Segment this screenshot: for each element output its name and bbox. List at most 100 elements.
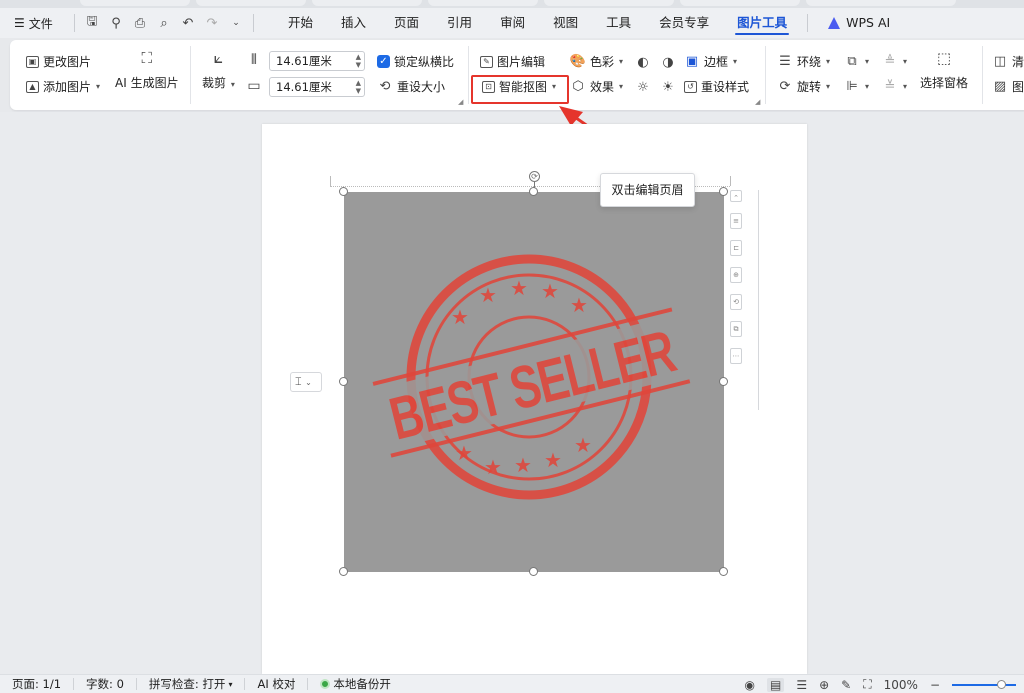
quick-access-toolbar: 🖫 ⚲ ⎙ ⌕ ↶ ↷ ⌄ bbox=[81, 12, 247, 34]
tab-member[interactable]: 会员专享 bbox=[645, 8, 723, 38]
tab-insert[interactable]: 插入 bbox=[327, 8, 380, 38]
format-painter-icon[interactable]: ⚲ bbox=[105, 12, 127, 34]
resize-handle-bottom[interactable] bbox=[529, 567, 538, 576]
tab-view[interactable]: 视图 bbox=[539, 8, 592, 38]
redo-icon[interactable]: ↷ bbox=[201, 12, 223, 34]
browser-tab[interactable] bbox=[312, 0, 422, 6]
add-picture-button[interactable]: ▲ 添加图片 ▾ bbox=[26, 78, 100, 95]
print-preview-icon[interactable]: ⌕ bbox=[153, 12, 175, 34]
web-view-icon[interactable]: ⊕ bbox=[819, 678, 829, 692]
ai-generate-picture-button[interactable]: ⛶ AI 生成图片 bbox=[115, 48, 179, 91]
word-count[interactable]: 字数: 0 bbox=[74, 676, 136, 692]
spellcheck-toggle[interactable]: 拼写检查: 打开 ▾ bbox=[137, 676, 245, 692]
effects-button[interactable]: ⬡ 效果 ▾ bbox=[570, 78, 623, 95]
browser-tab[interactable] bbox=[544, 0, 674, 6]
bring-forward-button[interactable]: ≜ ▾ bbox=[882, 53, 907, 69]
layout-icon[interactable]: ≡ bbox=[730, 213, 742, 229]
zoom-slider[interactable] bbox=[952, 679, 1016, 689]
picture-button[interactable]: ▨ 图 bbox=[992, 78, 1024, 95]
layout-options-button[interactable]: ⌶ ⌄ bbox=[290, 372, 322, 392]
reset-size-button[interactable]: ⟲ 重设大小 bbox=[377, 78, 445, 95]
resize-handle-top-left[interactable] bbox=[339, 187, 348, 196]
undo-icon[interactable]: ↶ bbox=[177, 12, 199, 34]
zoom-level[interactable]: 100% bbox=[884, 678, 918, 692]
tab-home[interactable]: 开始 bbox=[274, 8, 327, 38]
decrease-contrast-icon[interactable]: ◑ bbox=[660, 54, 676, 70]
align-button[interactable]: ⊫ ▾ bbox=[844, 78, 869, 94]
crop-quick-icon[interactable]: ⊏ bbox=[730, 240, 742, 256]
browser-tab[interactable] bbox=[196, 0, 306, 6]
chevron-down-icon: ▾ bbox=[903, 81, 908, 91]
tab-references[interactable]: 引用 bbox=[433, 8, 486, 38]
outline-view-icon[interactable]: ☰ bbox=[796, 678, 807, 692]
divider bbox=[253, 14, 254, 32]
zoom-slider-knob[interactable] bbox=[997, 679, 1006, 689]
backup-label: 本地备份开 bbox=[333, 677, 391, 691]
print-icon[interactable]: ⎙ bbox=[129, 12, 151, 34]
resize-handle-bottom-left[interactable] bbox=[339, 567, 348, 576]
height-input[interactable]: 14.61厘米 ▲ ▼ bbox=[269, 77, 365, 97]
color-label: 色彩 bbox=[590, 55, 615, 69]
copy-icon[interactable]: ⧉ bbox=[730, 321, 742, 337]
resize-handle-left[interactable] bbox=[339, 377, 348, 386]
page-count[interactable]: 页面: 1/1 bbox=[0, 676, 73, 692]
browser-tab[interactable] bbox=[806, 0, 956, 6]
picture-edit-icon: ✎ bbox=[480, 55, 493, 68]
zoom-icon[interactable]: ⊕ bbox=[730, 267, 742, 283]
increase-contrast-icon[interactable]: ◐ bbox=[635, 54, 651, 70]
browser-tab[interactable] bbox=[428, 0, 538, 6]
decrease-brightness-icon[interactable]: ☀ bbox=[660, 79, 676, 95]
resize-handle-top[interactable] bbox=[529, 187, 538, 196]
pen-icon[interactable]: ✎ bbox=[841, 678, 851, 692]
browser-tab[interactable] bbox=[80, 0, 190, 6]
reset-style-button[interactable]: ↺ 重设样式 bbox=[684, 78, 749, 95]
tab-picture-tools[interactable]: 图片工具 bbox=[723, 8, 801, 38]
selected-picture[interactable]: ★ ★ ★ ★ ★ ★ ★ ★ ★ ★ BEST SELLER bbox=[344, 192, 724, 572]
tab-tools[interactable]: 工具 bbox=[592, 8, 645, 38]
collapse-icon[interactable]: ⌃ bbox=[730, 190, 742, 202]
zoom-out-icon[interactable]: − bbox=[930, 678, 940, 692]
dialog-launcher-icon[interactable]: ◢ bbox=[458, 98, 463, 106]
local-backup-status[interactable]: 本地备份开 bbox=[308, 676, 403, 692]
smart-cutout-highlight bbox=[471, 75, 569, 104]
width-stepper-icon[interactable]: ▲ ▼ bbox=[356, 53, 361, 69]
clear-button[interactable]: ◫ 清 bbox=[992, 53, 1024, 70]
crop-button[interactable]: ⟀ 裁剪 ▾ bbox=[202, 48, 235, 91]
tab-wps-ai[interactable]: WPS AI bbox=[814, 8, 904, 38]
picture-label: 图 bbox=[1012, 80, 1024, 94]
group-objects-button[interactable]: ⧉ ▾ bbox=[844, 53, 869, 69]
file-menu[interactable]: ☰ 文件 bbox=[0, 15, 68, 32]
chevron-down-icon[interactable]: ⌄ bbox=[225, 12, 247, 34]
increase-brightness-icon[interactable]: ☼ bbox=[635, 79, 651, 95]
browser-tab[interactable] bbox=[680, 0, 800, 6]
ai-proofread-button[interactable]: AI 校对 bbox=[245, 676, 307, 692]
chevron-down-icon: ▾ bbox=[826, 82, 831, 91]
rotate-handle-icon[interactable]: ⟳ bbox=[529, 171, 540, 182]
tab-review[interactable]: 审阅 bbox=[486, 8, 539, 38]
color-button[interactable]: 🎨 色彩 ▾ bbox=[570, 53, 623, 70]
add-picture-label: 添加图片 bbox=[43, 80, 92, 94]
selection-pane-button[interactable]: ⬚ 选择窗格 bbox=[920, 48, 968, 91]
align-left-icon: ⊫ bbox=[846, 78, 858, 94]
more-icon[interactable]: ⋯ bbox=[730, 348, 742, 364]
wrap-button[interactable]: ☰ 环绕 ▾ bbox=[777, 53, 830, 70]
page-view-icon[interactable]: ▤ bbox=[766, 677, 785, 692]
height-stepper-icon[interactable]: ▲ ▼ bbox=[356, 79, 361, 95]
toolbar-divider bbox=[758, 190, 759, 410]
fit-page-icon[interactable]: ⛶ bbox=[863, 677, 871, 692]
dialog-launcher-icon[interactable]: ◢ bbox=[755, 98, 760, 106]
picture-edit-button[interactable]: ✎ 图片编辑 bbox=[480, 53, 545, 70]
eye-protection-icon[interactable]: ◉ bbox=[745, 678, 755, 692]
send-backward-button[interactable]: ≚ ▾ bbox=[882, 78, 907, 94]
wps-ai-logo-icon bbox=[828, 17, 842, 29]
save-icon[interactable]: 🖫 bbox=[81, 12, 103, 34]
resize-handle-bottom-right[interactable] bbox=[719, 567, 728, 576]
width-input[interactable]: 14.61厘米 ▲ ▼ bbox=[269, 51, 365, 71]
menu-bar: ☰ 文件 🖫 ⚲ ⎙ ⌕ ↶ ↷ ⌄ 开始 插入 页面 引用 审阅 视图 工具 … bbox=[0, 8, 1024, 38]
tab-page[interactable]: 页面 bbox=[380, 8, 433, 38]
lock-aspect-ratio-checkbox[interactable]: ✓ 锁定纵横比 bbox=[377, 53, 454, 70]
change-picture-button[interactable]: ▣ 更改图片 bbox=[26, 53, 91, 70]
rotate-button[interactable]: ⟳ 旋转 ▾ bbox=[777, 78, 830, 95]
rotate-quick-icon[interactable]: ⟲ bbox=[730, 294, 742, 310]
border-button[interactable]: ▣ 边框 ▾ bbox=[684, 53, 737, 70]
